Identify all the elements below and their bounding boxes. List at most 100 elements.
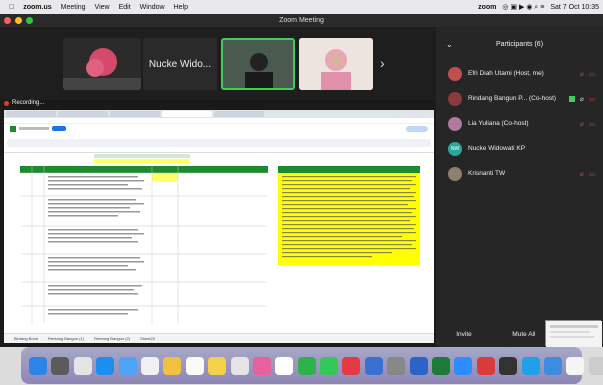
menu-edit[interactable]: Edit <box>119 4 131 11</box>
word-icon[interactable] <box>409 356 428 375</box>
sheet-menu[interactable] <box>4 133 434 138</box>
participant-name: Krisnanti TW <box>468 170 506 177</box>
self-view-mini[interactable] <box>545 320 602 347</box>
video-off-icon[interactable]: ▭ <box>589 120 595 128</box>
music-icon[interactable] <box>252 356 271 375</box>
menu-view[interactable]: View <box>95 4 110 11</box>
shared-screen[interactable]: Bintang Bond Rentang Bangun (1) Rentang … <box>4 110 434 343</box>
menu-help[interactable]: Help <box>174 4 188 11</box>
invite-button[interactable]: Invite <box>456 331 472 338</box>
participant-name: Nucke Widowati KP <box>468 145 526 152</box>
spreadsheet-grid[interactable] <box>8 154 432 324</box>
mac-dock <box>21 347 603 384</box>
tile-name-label: Nucke Wido... <box>148 58 212 70</box>
app-icon[interactable] <box>566 356 585 375</box>
sheet-tab[interactable]: Sheet20 <box>140 336 155 341</box>
menu-window[interactable]: Window <box>140 4 165 11</box>
sheet-tab[interactable]: Bintang Bond <box>14 336 38 341</box>
doc-title[interactable] <box>19 127 49 130</box>
sheets-logo-icon <box>10 125 16 132</box>
next-page-icon[interactable]: › <box>380 55 385 71</box>
recording-label: Recording... <box>12 100 45 106</box>
app-icon[interactable] <box>543 356 562 375</box>
video-tile-flowers[interactable] <box>63 38 141 90</box>
mail-icon[interactable] <box>118 356 137 375</box>
participants-count: Participants (6) <box>495 40 544 48</box>
share-button[interactable] <box>406 125 428 132</box>
app-icon[interactable] <box>476 356 495 375</box>
messages-icon[interactable] <box>320 356 339 375</box>
notes-icon[interactable] <box>208 356 227 375</box>
participant-row[interactable]: Krisnanti TW ⌀ ▭ <box>436 161 603 186</box>
avatar-initials: NW <box>450 145 460 152</box>
sharing-icon <box>568 95 575 102</box>
app-icon[interactable] <box>521 356 540 375</box>
menu-app-name[interactable]: zoom.us <box>23 4 51 11</box>
browser-tab[interactable] <box>110 111 160 117</box>
participant-row[interactable]: Lia Yuliana (Co-host) ⌀ ▭ <box>436 111 603 136</box>
participant-row[interactable]: Rindang Bangun P... (Co-host) ⌀ ▭ <box>436 86 603 111</box>
video-off-icon[interactable]: ▭ <box>589 70 595 78</box>
zoom-window: Zoom Meeting Nucke Wido... › Recording..… <box>0 14 603 347</box>
browser-tab[interactable] <box>6 111 56 117</box>
participant-name: Lia Yuliana (Co-host) <box>468 120 529 127</box>
mic-muted-icon[interactable]: ⌀ <box>580 170 584 178</box>
apple-icon[interactable]:  <box>9 4 14 11</box>
doc-badge <box>52 126 66 131</box>
launchpad-icon[interactable] <box>51 356 70 375</box>
menu-meeting[interactable]: Meeting <box>61 4 86 11</box>
video-thumbnail-strip: Nucke Wido... › <box>0 27 436 100</box>
chrome-icon[interactable] <box>140 356 159 375</box>
facetime-icon[interactable] <box>297 356 316 375</box>
avatar: NW <box>448 141 462 156</box>
sheet-tab[interactable]: Rentang Bangun (2) <box>94 336 130 341</box>
participant-row[interactable]: Efri Diah Utami (Host, me) ⌀ ▭ <box>436 61 603 86</box>
zoom-status-logo[interactable]: zoom <box>478 4 496 11</box>
photos-icon[interactable] <box>163 356 182 375</box>
finder-icon[interactable] <box>29 356 47 375</box>
recording-indicator[interactable]: Recording... <box>4 100 44 106</box>
collapse-chevron-icon[interactable]: ⌄ <box>446 40 453 49</box>
mute-all-button[interactable]: Mute All <box>512 331 535 338</box>
mic-icon[interactable]: ⌀ <box>580 95 584 103</box>
clock[interactable]: Sat 7 Oct 10:35 <box>550 4 599 11</box>
participant-row[interactable]: NW Nucke Widowati KP <box>436 136 603 161</box>
calendar-icon[interactable] <box>185 356 204 375</box>
excel-icon[interactable] <box>432 356 451 375</box>
browser-tabbar <box>4 110 434 118</box>
app-icon[interactable] <box>499 356 518 375</box>
sheet-tab[interactable]: Rentang Bangun (1) <box>48 336 84 341</box>
participants-panel: ⌄ Participants (6) Efri Diah Utami (Host… <box>436 27 603 347</box>
window-titlebar: Zoom Meeting <box>0 14 603 27</box>
downloads-icon[interactable] <box>588 356 603 375</box>
mac-menubar:  zoom.us Meeting View Edit Window Help … <box>0 0 603 14</box>
mic-muted-icon[interactable]: ⌀ <box>580 70 584 78</box>
avatar <box>448 66 462 81</box>
status-icons[interactable]: ◎ ▣ ▶ ◉ ⌕ ≡ <box>502 3 544 12</box>
video-off-icon[interactable]: ▭ <box>589 95 595 103</box>
record-dot-icon <box>4 100 9 106</box>
formula-bar[interactable] <box>4 148 434 153</box>
sheet-toolbar[interactable] <box>7 139 431 147</box>
browser-tab[interactable] <box>58 111 108 117</box>
avatar <box>448 91 462 106</box>
browser-tab-active[interactable] <box>162 111 212 117</box>
settings-icon[interactable] <box>387 356 406 375</box>
browser-tab[interactable] <box>214 111 264 117</box>
video-off-icon[interactable]: ▭ <box>589 170 595 178</box>
video-tile-name[interactable]: Nucke Wido... <box>143 38 217 90</box>
safari-icon[interactable] <box>96 356 115 375</box>
participant-name: Efri Diah Utami (Host, me) <box>468 70 544 77</box>
app-icon[interactable] <box>275 356 294 375</box>
participant-name: Rindang Bangun P... (Co-host) <box>468 95 557 102</box>
video-tile-participant[interactable] <box>299 38 373 90</box>
app-icon[interactable] <box>342 356 361 375</box>
mic-muted-icon[interactable]: ⌀ <box>580 120 584 128</box>
app-icon[interactable] <box>73 356 92 375</box>
appstore-icon[interactable] <box>364 356 383 375</box>
zoom-app-icon[interactable] <box>454 356 473 375</box>
avatar <box>448 166 462 181</box>
window-title: Zoom Meeting <box>279 17 324 24</box>
reminders-icon[interactable] <box>230 356 249 375</box>
video-tile-active-speaker[interactable] <box>221 38 295 90</box>
